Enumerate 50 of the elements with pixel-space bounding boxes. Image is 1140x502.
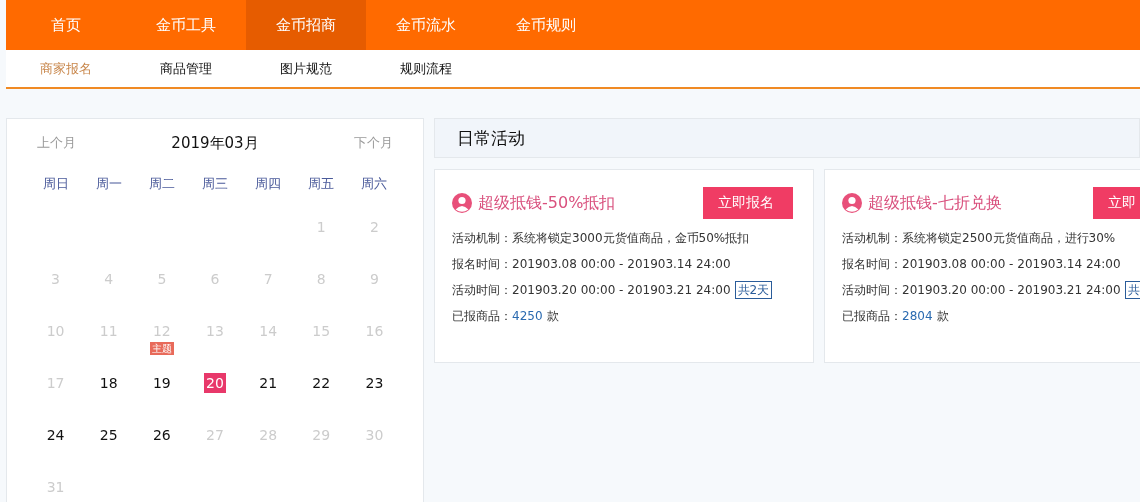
signup-button[interactable]: 立即 <box>1093 187 1140 219</box>
count-label: 已报商品： <box>452 309 512 323</box>
weekday-label: 周六 <box>360 175 389 193</box>
activity-title: 超级抵钱-50%抵扣 <box>478 192 617 214</box>
calendar-day[interactable]: 21 <box>257 373 280 393</box>
weekday-label: 周二 <box>147 175 176 193</box>
next-month-link[interactable]: 下个月 <box>354 134 393 152</box>
count-label: 已报商品： <box>842 309 902 323</box>
prev-month-link[interactable]: 上个月 <box>37 134 76 152</box>
duration-badge: 共2天 <box>734 281 773 299</box>
activity-time-text: 活动时间：201903.20 00:00 - 201903.21 24:00 <box>842 283 1121 297</box>
nav-tab[interactable]: 金币工具 <box>126 0 246 50</box>
activity-time-text: 活动时间：201903.20 00:00 - 201903.21 24:00 <box>452 283 731 297</box>
sub-nav-tab[interactable]: 商品管理 <box>126 50 246 87</box>
mechanism-text: 活动机制：系统将锁定3000元货值商品，金币50%抵扣 <box>452 230 751 247</box>
theme-tag: 主题 <box>149 342 174 355</box>
activity-title: 超级抵钱-七折兑换 <box>868 192 1003 214</box>
weekday-label: 周三 <box>201 175 229 193</box>
product-count: 4250 <box>512 309 543 323</box>
calendar-day[interactable]: 22 <box>310 373 333 393</box>
signup-button[interactable]: 立即报名 <box>703 187 793 219</box>
nav-tab[interactable]: 金币招商 <box>246 0 366 50</box>
weekday-label: 周四 <box>254 175 283 193</box>
sub-nav-tab[interactable]: 规则流程 <box>366 50 486 87</box>
nav-tab[interactable]: 首页 <box>6 0 126 50</box>
nav-tab[interactable]: 金币流水 <box>366 0 486 50</box>
calendar-day[interactable]: 26 <box>150 425 173 445</box>
calendar-day[interactable]: 25 <box>97 425 120 445</box>
calendar-day[interactable]: 18 <box>97 373 120 393</box>
weekday-label: 周一 <box>94 175 123 193</box>
user-icon <box>452 193 472 213</box>
sub-nav-tab[interactable]: 图片规范 <box>246 50 366 87</box>
signup-time-text: 报名时间：201903.08 00:00 - 201903.14 24:00 <box>452 256 732 273</box>
section-title: 日常活动 <box>457 126 525 150</box>
calendar-day[interactable]: 19 <box>150 373 173 393</box>
calendar-day[interactable]: 23 <box>363 373 386 393</box>
signup-time-text: 报名时间：201903.08 00:00 - 201903.14 24:00 <box>842 256 1122 273</box>
count-unit: 款 <box>936 309 949 323</box>
mechanism-text: 活动机制：系统将锁定2500元货值商品，进行30% <box>842 230 1117 247</box>
user-icon <box>842 193 862 213</box>
weekday-label: 周日 <box>41 175 70 193</box>
duration-badge: 共 <box>1124 281 1140 299</box>
count-unit: 款 <box>546 309 559 323</box>
sub-nav-tab[interactable]: 商家报名 <box>6 50 126 87</box>
weekday-label: 周五 <box>307 175 336 193</box>
product-count: 2804 <box>902 309 933 323</box>
month-title: 2019年03月 <box>171 133 259 153</box>
calendar-day[interactable]: 20 <box>204 373 226 393</box>
nav-tab[interactable]: 金币规则 <box>486 0 606 50</box>
calendar-day[interactable]: 24 <box>44 425 67 445</box>
